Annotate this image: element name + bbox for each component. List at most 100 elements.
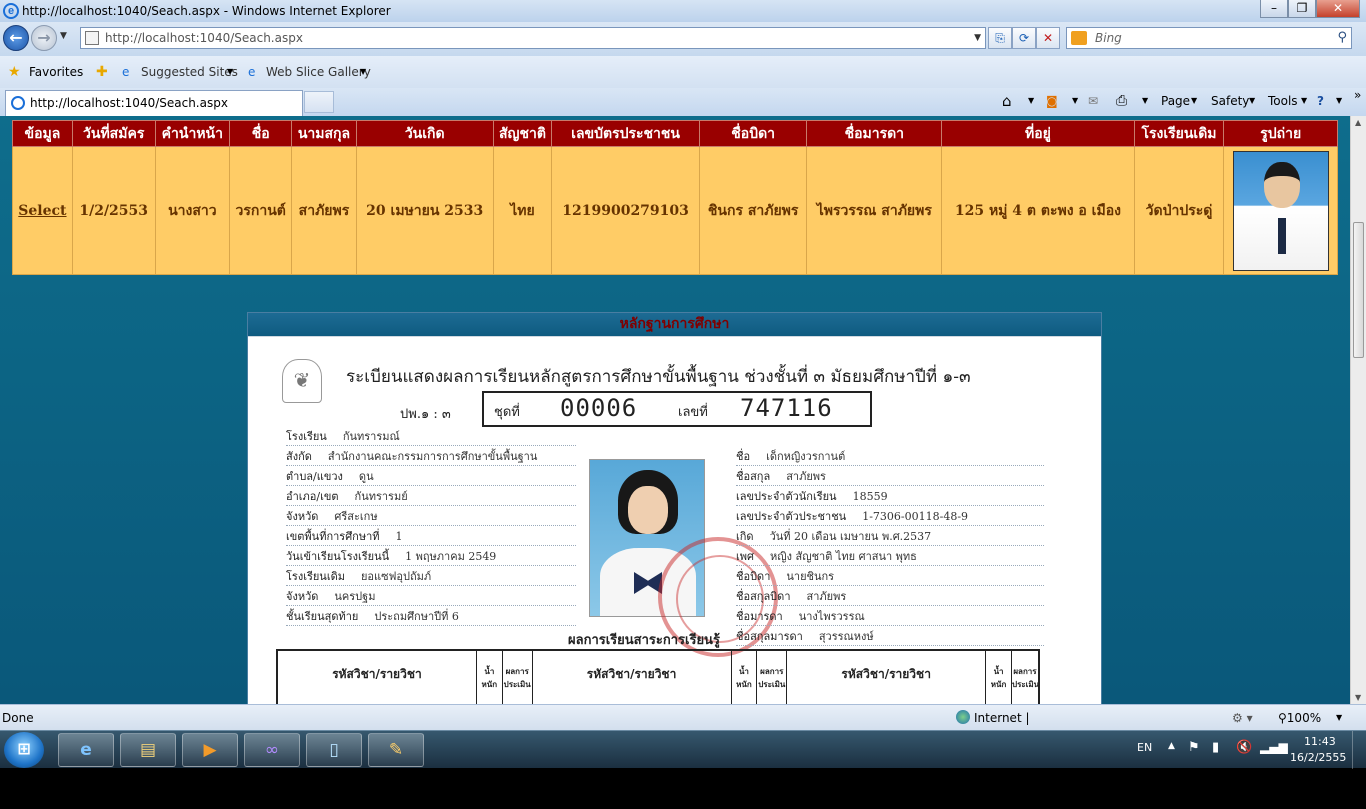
search-box[interactable]: Bing ⚲	[1066, 27, 1352, 49]
cell-first-name: วรกานต์	[229, 146, 293, 275]
vertical-scrollbar[interactable]: ▲ ▼	[1350, 116, 1366, 704]
field-sex: เพศ หญิง สัญชาติ ไทย ศาสนา พุทธ	[736, 547, 1044, 566]
field-education-area: เขตพื้นที่การศึกษาที่ 1	[286, 527, 576, 546]
status-text: Done	[2, 711, 34, 725]
tab-ie-icon	[11, 96, 25, 110]
close-window-button[interactable]: ✕	[1316, 0, 1360, 18]
taskbar-notepad-icon[interactable]: ▯	[306, 733, 362, 767]
col-address: ที่อยู่	[941, 120, 1135, 147]
web-slice-dropdown-icon[interactable]: ▼	[360, 56, 366, 88]
new-tab-button[interactable]	[304, 91, 334, 113]
suggested-sites-dropdown-icon[interactable]: ▼	[227, 56, 233, 88]
security-zone[interactable]: Internet | Protected Mode: Off	[956, 705, 1031, 803]
expand-toolbar-icon[interactable]: »	[1354, 82, 1361, 110]
volume-muted-icon[interactable]: 🔇	[1236, 740, 1252, 755]
action-center-flag-icon[interactable]: ⚑	[1188, 740, 1200, 755]
field-province: จังหวัด ศรีสะเกษ	[286, 507, 576, 526]
show-hidden-icons[interactable]: ▲	[1168, 741, 1175, 751]
page-dropdown-icon[interactable]: ▼	[1191, 88, 1197, 116]
education-evidence-panel: หลักฐานการศึกษา ❦ ระเบียนแสดงผลการเรียนห…	[247, 312, 1102, 704]
scroll-down-icon[interactable]: ▼	[1355, 693, 1361, 702]
forward-button[interactable]: →	[31, 25, 57, 51]
taskbar-paint-icon[interactable]: ✎	[368, 733, 424, 767]
browser-tab[interactable]: http://localhost:1040/Seach.aspx	[5, 90, 303, 116]
power-icon[interactable]: ▮	[1212, 740, 1219, 755]
col-birth-date: วันเกิด	[355, 120, 494, 147]
grid-header-row: ข้อมูล วันที่สมัคร คำนำหน้า ชื่อ นามสกุล…	[12, 120, 1338, 147]
print-icon[interactable]: ⎙	[1116, 88, 1127, 116]
address-bar[interactable]: http://localhost:1040/Seach.aspx ▼	[80, 27, 986, 49]
cell-father: ชินกร สาภัยพร	[699, 146, 808, 275]
taskbar-explorer-icon[interactable]: ▤	[120, 733, 176, 767]
back-button[interactable]: ←	[3, 25, 29, 51]
subject-header-2: รหัสวิชา/รายวิชา	[533, 651, 732, 704]
feeds-icon[interactable]: ◙	[1046, 88, 1058, 116]
feeds-dropdown-icon[interactable]: ▼	[1072, 88, 1078, 116]
field-previous-province: จังหวัด นครปฐม	[286, 587, 576, 606]
zoom-level[interactable]: ⚲ 100%	[1278, 705, 1321, 731]
subject-header-3: รหัสวิชา/รายวิชา	[787, 651, 987, 704]
field-subdistrict: ตำบล/แขวง ดูน	[286, 467, 576, 486]
field-mother-surname: ชื่อสกุลมารดา สุวรรณหงษ์	[736, 627, 1044, 646]
search-icon[interactable]: ⚲	[1337, 28, 1347, 48]
safety-menu[interactable]: Safety	[1211, 88, 1249, 116]
maximize-button[interactable]: ❐	[1288, 0, 1316, 18]
recent-pages-dropdown[interactable]: ▼	[60, 31, 67, 41]
cell-photo	[1223, 146, 1338, 275]
select-link[interactable]: Select	[18, 203, 66, 219]
col-apply-date: วันที่สมัคร	[71, 120, 156, 147]
cell-last-name: สาภัยพร	[291, 146, 357, 275]
grade-header-2: ผลการประเมิน	[757, 651, 788, 704]
student-grid: ข้อมูล วันที่สมัคร คำนำหน้า ชื่อ นามสกุล…	[12, 120, 1338, 275]
clock-time[interactable]: 11:43	[1304, 735, 1336, 748]
taskbar-visual-studio-icon[interactable]: ∞	[244, 733, 300, 767]
col-prefix: คำนำหน้า	[154, 120, 231, 147]
subject-header-1: รหัสวิชา/รายวิชา	[278, 651, 477, 704]
grade-header-1: ผลการประเมิน	[503, 651, 533, 704]
results-heading: ผลการเรียนสาระการเรียนรู้	[568, 633, 720, 648]
page-menu[interactable]: Page	[1161, 88, 1190, 116]
taskbar-media-player-icon[interactable]: ▶	[182, 733, 238, 767]
print-dropdown-icon[interactable]: ▼	[1142, 88, 1148, 116]
tools-menu[interactable]: Tools	[1268, 88, 1298, 116]
address-dropdown-icon[interactable]: ▼	[974, 28, 981, 48]
show-desktop-button[interactable]	[1352, 731, 1366, 769]
tab-title: http://localhost:1040/Seach.aspx	[30, 96, 228, 110]
page-content: ข้อมูล วันที่สมัคร คำนำหน้า ชื่อ นามสกุล…	[0, 116, 1350, 704]
protected-mode-icon[interactable]: ⚙ ▾	[1232, 705, 1253, 731]
status-bar: Done Internet | Protected Mode: Off ⚙ ▾ …	[0, 704, 1366, 803]
field-father-surname: ชื่อสกุลบิดา สาภัยพร	[736, 587, 1044, 606]
field-affiliation: สังกัด สำนักงานคณะกรรมการการศึกษาขั้นพื้น…	[286, 447, 576, 466]
home-dropdown-icon[interactable]: ▼	[1028, 88, 1034, 116]
stop-button[interactable]: ✕	[1036, 27, 1060, 49]
scroll-up-icon[interactable]: ▲	[1355, 118, 1361, 127]
field-name: ชื่อ เด็กหญิงวรกานต์	[736, 447, 1044, 466]
minimize-button[interactable]: –	[1260, 0, 1288, 18]
cell-nationality: ไทย	[492, 146, 553, 275]
network-signal-icon[interactable]: ▂▄▆	[1260, 740, 1288, 754]
compatibility-view-button[interactable]: ⎘	[988, 27, 1012, 49]
tools-dropdown-icon[interactable]: ▼	[1301, 88, 1307, 116]
add-favorite-icon[interactable]: ✚	[96, 56, 108, 88]
window-titlebar: e http://localhost:1040/Seach.aspx - Win…	[0, 0, 1366, 22]
safety-dropdown-icon[interactable]: ▼	[1249, 88, 1255, 116]
web-slice-icon: e	[248, 65, 256, 79]
zoom-dropdown-icon[interactable]: ▼	[1336, 705, 1342, 731]
help-icon[interactable]: ?	[1317, 88, 1324, 116]
suggested-sites-button[interactable]: Suggested Sites	[141, 56, 238, 88]
clock-date[interactable]: 16/2/2555	[1290, 751, 1346, 764]
web-slice-gallery-button[interactable]: Web Slice Gallery	[266, 56, 371, 88]
refresh-button[interactable]: ⟳	[1012, 27, 1036, 49]
favorites-button[interactable]: Favorites	[29, 56, 83, 88]
scrollbar-thumb[interactable]	[1353, 222, 1364, 358]
language-indicator[interactable]: EN	[1137, 741, 1152, 754]
evidence-title: หลักฐานการศึกษา	[248, 313, 1101, 337]
cell-prefix: นางสาว	[154, 146, 231, 275]
start-button[interactable]: ⊞	[4, 732, 44, 768]
form-code: ปพ.๑ : ๓	[400, 407, 451, 422]
read-mail-icon[interactable]: ✉	[1088, 88, 1098, 116]
tab-bar: http://localhost:1040/Seach.aspx ⌂ ▼ ◙ ▼…	[0, 88, 1366, 116]
help-dropdown-icon[interactable]: ▼	[1336, 88, 1342, 116]
taskbar-internet-explorer-icon[interactable]: e	[58, 733, 114, 767]
home-icon[interactable]: ⌂	[1002, 88, 1012, 116]
